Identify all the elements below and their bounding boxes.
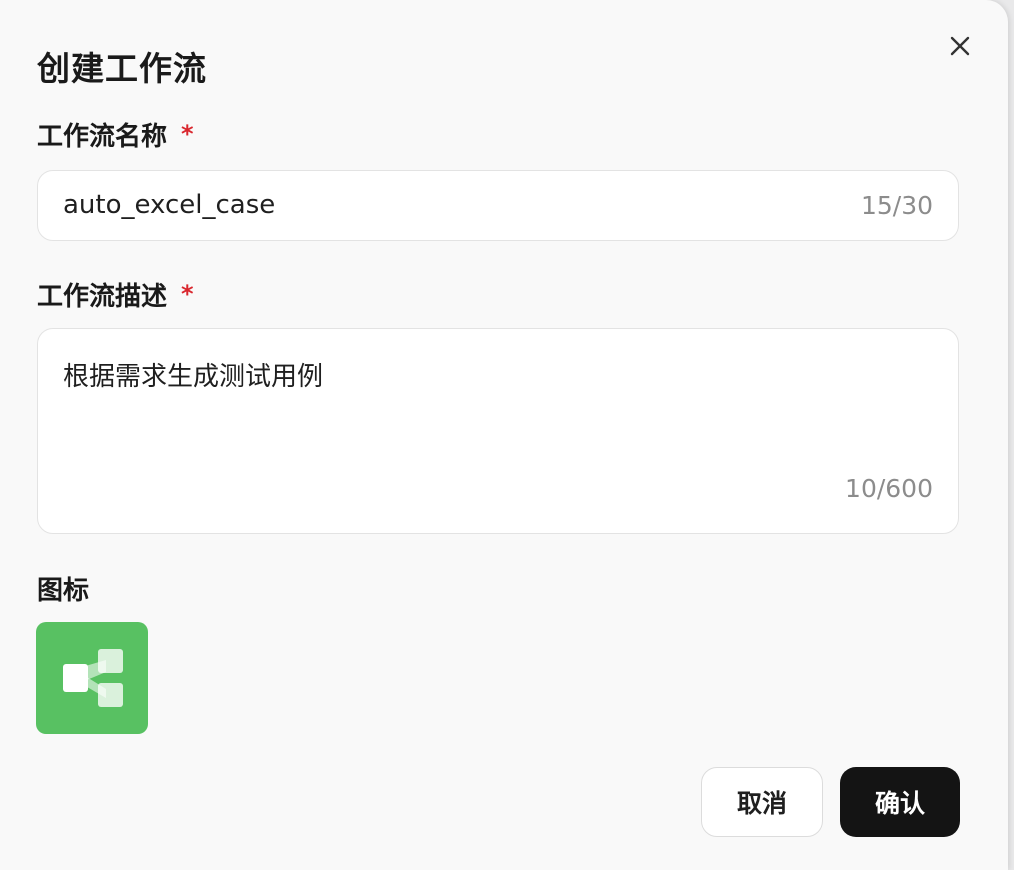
required-mark: *	[181, 280, 194, 308]
workflow-description-label-text: 工作流描述	[37, 282, 168, 312]
workflow-description-label: 工作流描述 *	[37, 276, 194, 313]
workflow-name-label: 工作流名称 *	[37, 116, 194, 153]
close-button[interactable]	[944, 30, 976, 62]
workflow-description-value: 根据需求生成测试用例	[63, 362, 324, 392]
workflow-description-textarea[interactable]: 根据需求生成测试用例 10/600	[37, 328, 959, 534]
workflow-name-label-text: 工作流名称	[37, 122, 168, 152]
workflow-name-value: auto_excel_case	[63, 190, 276, 220]
close-icon	[950, 36, 970, 56]
confirm-button[interactable]: 确认	[840, 767, 960, 837]
required-mark: *	[181, 120, 194, 148]
workflow-icon-picker[interactable]	[36, 622, 148, 734]
workflow-description-char-count: 10/600	[845, 474, 933, 503]
cancel-button[interactable]: 取消	[701, 767, 823, 837]
workflow-icon	[63, 649, 123, 707]
dialog-title: 创建工作流	[37, 49, 207, 88]
workflow-name-char-count: 15/30	[860, 191, 933, 220]
workflow-name-input[interactable]: auto_excel_case 15/30	[37, 170, 959, 241]
icon-label: 图标	[37, 576, 90, 606]
create-workflow-dialog: 创建工作流 工作流名称 * auto_excel_case 15/30 工作流描述…	[0, 0, 1008, 870]
